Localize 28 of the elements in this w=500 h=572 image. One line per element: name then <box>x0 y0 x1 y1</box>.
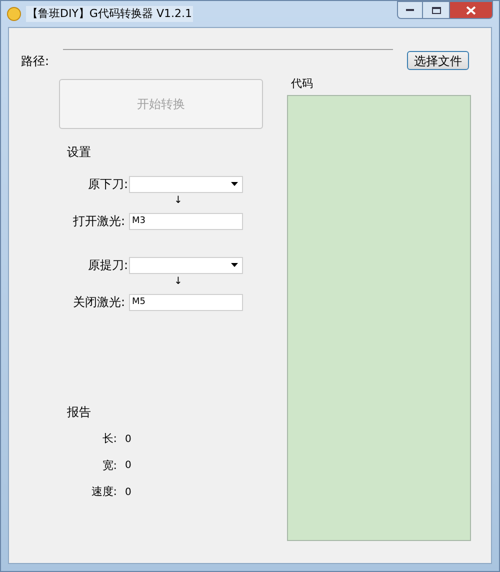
field-label: 原提刀: <box>86 257 129 274</box>
report-label: 长: <box>101 431 117 447</box>
code-label: 代码 <box>291 76 313 92</box>
report-value: 0 <box>125 486 132 500</box>
app-icon <box>7 7 21 21</box>
field-label: 关闭激光: <box>72 294 125 311</box>
maximize-icon[interactable] <box>423 1 449 19</box>
report-label: 宽: <box>101 458 117 474</box>
dropdown[interactable] <box>129 176 243 192</box>
field-label: 原下刀: <box>86 176 129 193</box>
arrow-glyph: ↓ <box>174 276 182 288</box>
dropdown-arrow-icon <box>231 263 238 267</box>
dropdown-arrow-icon <box>231 182 238 186</box>
section-title: 设置 <box>67 144 91 161</box>
minimize-icon[interactable] <box>397 1 423 19</box>
report-label: 速度: <box>90 484 117 500</box>
report-value: 0 <box>125 432 132 447</box>
path-label: 路径: <box>21 53 50 70</box>
input-field[interactable]: M5 <box>129 294 243 310</box>
window-title: 【鲁班DIY】G代码转换器 V1.2.1 <box>26 6 193 22</box>
field-label: 打开激光: <box>72 213 125 230</box>
close-icon[interactable] <box>449 1 493 19</box>
arrow-glyph: ↓ <box>174 195 182 207</box>
input-field[interactable]: M3 <box>129 212 243 230</box>
report-value: 0 <box>125 459 132 474</box>
section-title: 报告 <box>67 404 91 421</box>
dropdown[interactable] <box>129 256 243 274</box>
choose-file-button[interactable]: 选择文件 <box>407 51 469 70</box>
